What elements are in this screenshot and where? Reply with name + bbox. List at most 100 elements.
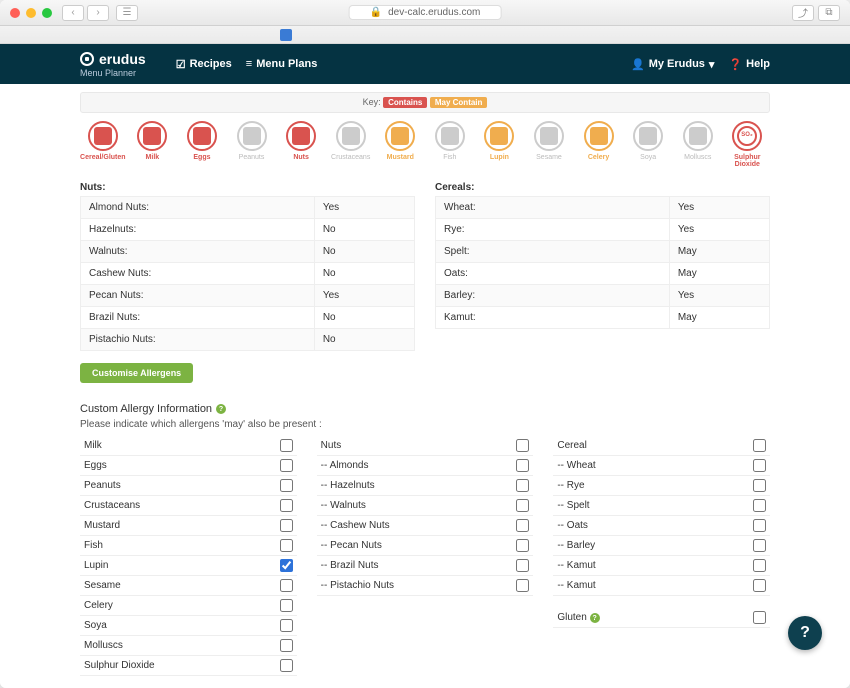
- custom-prompt: Please indicate which allergens 'may' al…: [80, 419, 770, 430]
- allergen-check-wheat: Wheat: [553, 456, 770, 476]
- user-icon: 👤: [631, 58, 645, 71]
- allergen-milk[interactable]: Milk: [130, 121, 176, 168]
- help-icon[interactable]: ?: [590, 613, 600, 623]
- table-row: Cashew Nuts:No: [81, 263, 415, 285]
- allergen-check-lupin: Lupin: [80, 556, 297, 576]
- table-row: Almond Nuts:Yes: [81, 197, 415, 219]
- allergen-check-kamut: Kamut: [553, 556, 770, 576]
- address-bar[interactable]: 🔒 dev-calc.erudus.com: [349, 5, 502, 20]
- nuts-table: Almond Nuts:YesHazelnuts:NoWalnuts:NoCas…: [80, 196, 415, 351]
- forward-button[interactable]: ›: [87, 5, 109, 21]
- allergen-celery[interactable]: Celery: [576, 121, 622, 168]
- allergen-check-oats: Oats: [553, 516, 770, 536]
- table-row: Wheat:Yes: [436, 197, 770, 219]
- checkbox[interactable]: [280, 619, 293, 632]
- close-icon[interactable]: [10, 8, 20, 18]
- allergen-check-mustard: Mustard: [80, 516, 297, 536]
- nav-menu-plans[interactable]: ≡Menu Plans: [246, 58, 318, 71]
- help-fab[interactable]: ?: [788, 616, 822, 650]
- logo-icon: [80, 52, 94, 66]
- checkbox[interactable]: [753, 579, 766, 592]
- checkbox[interactable]: [753, 479, 766, 492]
- custom-allergy-header: Custom Allergy Information ?: [80, 403, 770, 415]
- checkbox[interactable]: [280, 519, 293, 532]
- brand-logo[interactable]: erudus: [80, 51, 146, 67]
- checkbox[interactable]: [516, 579, 529, 592]
- checkbox[interactable]: [516, 459, 529, 472]
- checkbox[interactable]: [753, 499, 766, 512]
- allergen-check-walnuts: Walnuts: [317, 496, 534, 516]
- allergen-cereal-gluten[interactable]: Cereal/Gluten: [80, 121, 126, 168]
- allergen-check-cereal: Cereal: [553, 436, 770, 456]
- allergen-check-rye: Rye: [553, 476, 770, 496]
- sidebar-icon[interactable]: ☰: [116, 5, 138, 21]
- bookmark-icon[interactable]: [280, 29, 292, 41]
- share-icon[interactable]: ⤴: [792, 5, 814, 21]
- allergen-lupin[interactable]: Lupin: [477, 121, 523, 168]
- table-row: Rye:Yes: [436, 219, 770, 241]
- help-icon: ❓: [728, 58, 742, 71]
- table-row: Oats:May: [436, 263, 770, 285]
- checkbox[interactable]: [516, 479, 529, 492]
- allergen-check-barley: Barley: [553, 536, 770, 556]
- table-row: Hazelnuts:No: [81, 219, 415, 241]
- key-contains: Contains: [383, 97, 427, 108]
- allergen-eggs[interactable]: Eggs: [179, 121, 225, 168]
- checkbox[interactable]: [280, 499, 293, 512]
- checkbox[interactable]: [280, 579, 293, 592]
- allergen-check-peanuts: Peanuts: [80, 476, 297, 496]
- back-button[interactable]: ‹: [62, 5, 84, 21]
- help-icon[interactable]: ?: [216, 404, 226, 414]
- checkbox[interactable]: [280, 639, 293, 652]
- checkbox[interactable]: [753, 519, 766, 532]
- checkbox[interactable]: [516, 559, 529, 572]
- allergen-check-fish: Fish: [80, 536, 297, 556]
- customise-allergens-button[interactable]: Customise Allergens: [80, 363, 193, 383]
- checkbox[interactable]: [280, 659, 293, 672]
- minimize-icon[interactable]: [26, 8, 36, 18]
- checkbox[interactable]: [753, 439, 766, 452]
- table-row: Brazil Nuts:No: [81, 307, 415, 329]
- allergen-check-milk: Milk: [80, 436, 297, 456]
- tabs-icon[interactable]: ⧉: [818, 5, 840, 21]
- allergen-molluscs[interactable]: Molluscs: [675, 121, 721, 168]
- checkbox[interactable]: [753, 559, 766, 572]
- checkbox[interactable]: [516, 499, 529, 512]
- allergen-icon-row: Cereal/GlutenMilkEggsPeanutsNutsCrustace…: [80, 121, 770, 168]
- allergen-mustard[interactable]: Mustard: [377, 121, 423, 168]
- checkbox[interactable]: [280, 559, 293, 572]
- allergen-peanuts[interactable]: Peanuts: [229, 121, 275, 168]
- nuts-header: Nuts:: [80, 182, 415, 193]
- window-controls[interactable]: [10, 8, 52, 18]
- allergen-soya[interactable]: Soya: [625, 121, 671, 168]
- allergen-fish[interactable]: Fish: [427, 121, 473, 168]
- nav-user[interactable]: 👤My Erudus▾: [631, 58, 714, 71]
- url-text: dev-calc.erudus.com: [388, 7, 480, 18]
- checkbox[interactable]: [516, 439, 529, 452]
- checkbox[interactable]: [516, 519, 529, 532]
- allergen-sulphur-dioxide[interactable]: Sulphur Dioxide: [725, 121, 771, 168]
- nav-recipes[interactable]: ☑Recipes: [176, 58, 232, 71]
- gluten-checkbox[interactable]: [753, 611, 766, 624]
- checkbox[interactable]: [280, 479, 293, 492]
- checkbox[interactable]: [280, 599, 293, 612]
- table-row: Spelt:May: [436, 241, 770, 263]
- checkbox[interactable]: [280, 539, 293, 552]
- checkbox[interactable]: [753, 539, 766, 552]
- checkbox[interactable]: [516, 539, 529, 552]
- custom-col-1: MilkEggsPeanutsCrustaceansMustardFishLup…: [80, 436, 297, 676]
- table-row: Pistachio Nuts:No: [81, 329, 415, 351]
- allergen-sesame[interactable]: Sesame: [526, 121, 572, 168]
- allergen-check-celery: Celery: [80, 596, 297, 616]
- allergen-check-cashew-nuts: Cashew Nuts: [317, 516, 534, 536]
- lock-icon: 🔒: [370, 7, 382, 18]
- checkbox[interactable]: [280, 439, 293, 452]
- allergen-nuts[interactable]: Nuts: [278, 121, 324, 168]
- app-navbar: erudus Menu Planner ☑Recipes ≡Menu Plans…: [0, 44, 850, 84]
- maximize-icon[interactable]: [42, 8, 52, 18]
- checkbox[interactable]: [753, 459, 766, 472]
- checkbox[interactable]: [280, 459, 293, 472]
- allergen-check-eggs: Eggs: [80, 456, 297, 476]
- allergen-crustaceans[interactable]: Crustaceans: [328, 121, 374, 168]
- nav-help[interactable]: ❓Help: [728, 58, 770, 71]
